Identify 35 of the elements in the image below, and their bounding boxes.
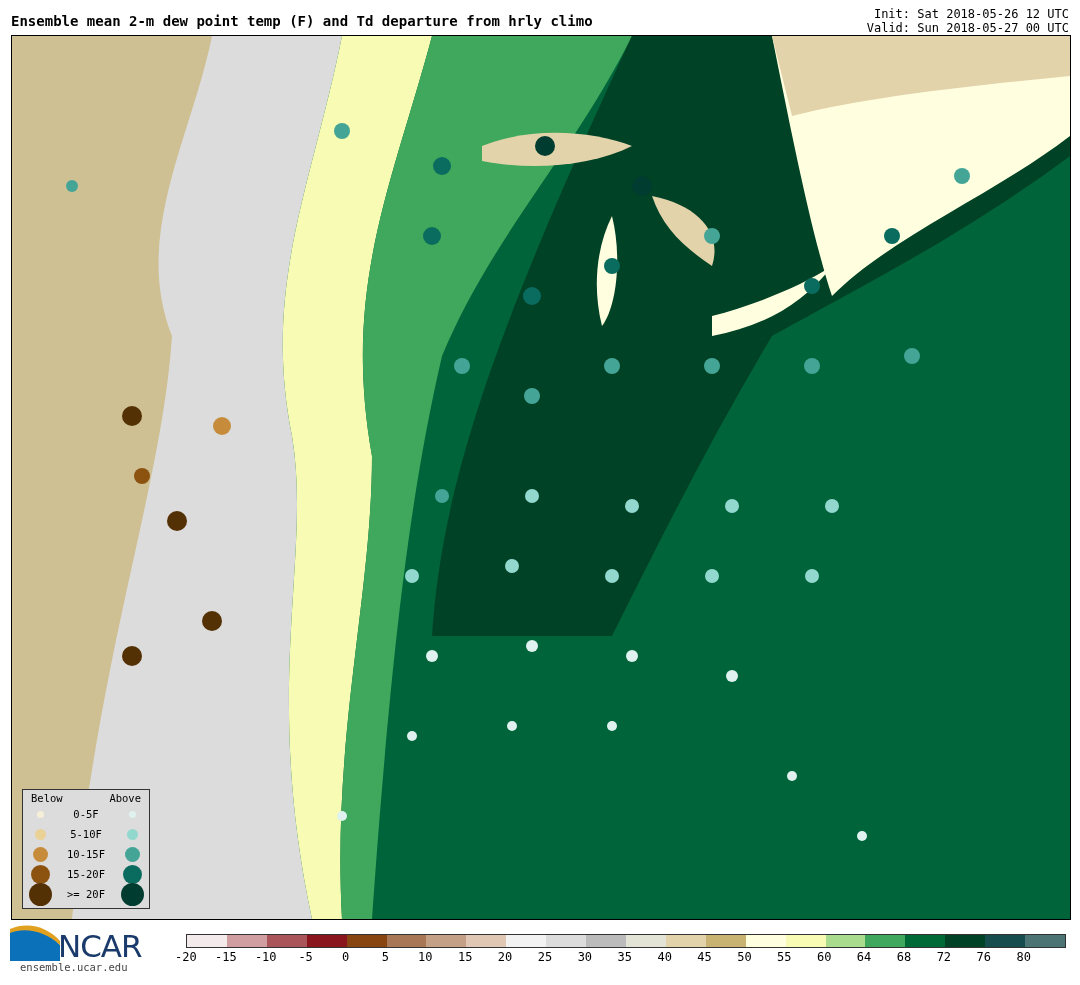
tick-label: 30 [576, 950, 594, 964]
tick-label: 40 [656, 950, 673, 964]
legend-header: Above [109, 792, 141, 804]
legend-label: 5-10F [69, 828, 103, 840]
tick-label: 20 [496, 950, 514, 964]
legend-label: 10-15F [66, 848, 106, 860]
tick-label: -10 [253, 950, 278, 964]
tick-label: 35 [616, 950, 633, 964]
tick-label: 76 [975, 950, 992, 964]
tick-label: 5 [380, 950, 390, 964]
run-time-label: Init: Sat 2018-05-26 12 UTC [872, 7, 1069, 21]
tick-label: 68 [895, 950, 913, 964]
legend-label: 15-20F [66, 868, 106, 880]
tick-label: 50 [736, 950, 753, 964]
legend-label: 0-5F [72, 808, 100, 820]
tick-label: 64 [855, 950, 873, 964]
run-time-label: Valid: Sun 2018-05-27 00 UTC [866, 21, 1069, 35]
tick-label: 60 [815, 950, 833, 964]
tick-label: 72 [935, 950, 953, 964]
swoosh-logo-icon [10, 923, 60, 961]
tick-label: 15 [456, 950, 474, 964]
website-url: ensemble.ucar.edu [20, 961, 129, 973]
tick-label: 80 [1015, 950, 1032, 964]
tick-label: 10 [417, 950, 434, 964]
legend-header: Below [31, 792, 63, 804]
legend-label: >= 20F [66, 888, 106, 900]
tick-label: 25 [536, 950, 554, 964]
tick-label: 0 [340, 950, 351, 964]
tick-label: -5 [297, 950, 314, 964]
chart-title: Ensemble mean 2-m dew point temp (F) and Td departure from hrly climo [11, 13, 593, 31]
tick-label: 55 [776, 950, 793, 964]
logo-text: NCAR [58, 931, 142, 961]
tick-label: 45 [696, 950, 713, 964]
tick-label: -20 [174, 950, 198, 964]
tick-label: -15 [214, 950, 238, 964]
